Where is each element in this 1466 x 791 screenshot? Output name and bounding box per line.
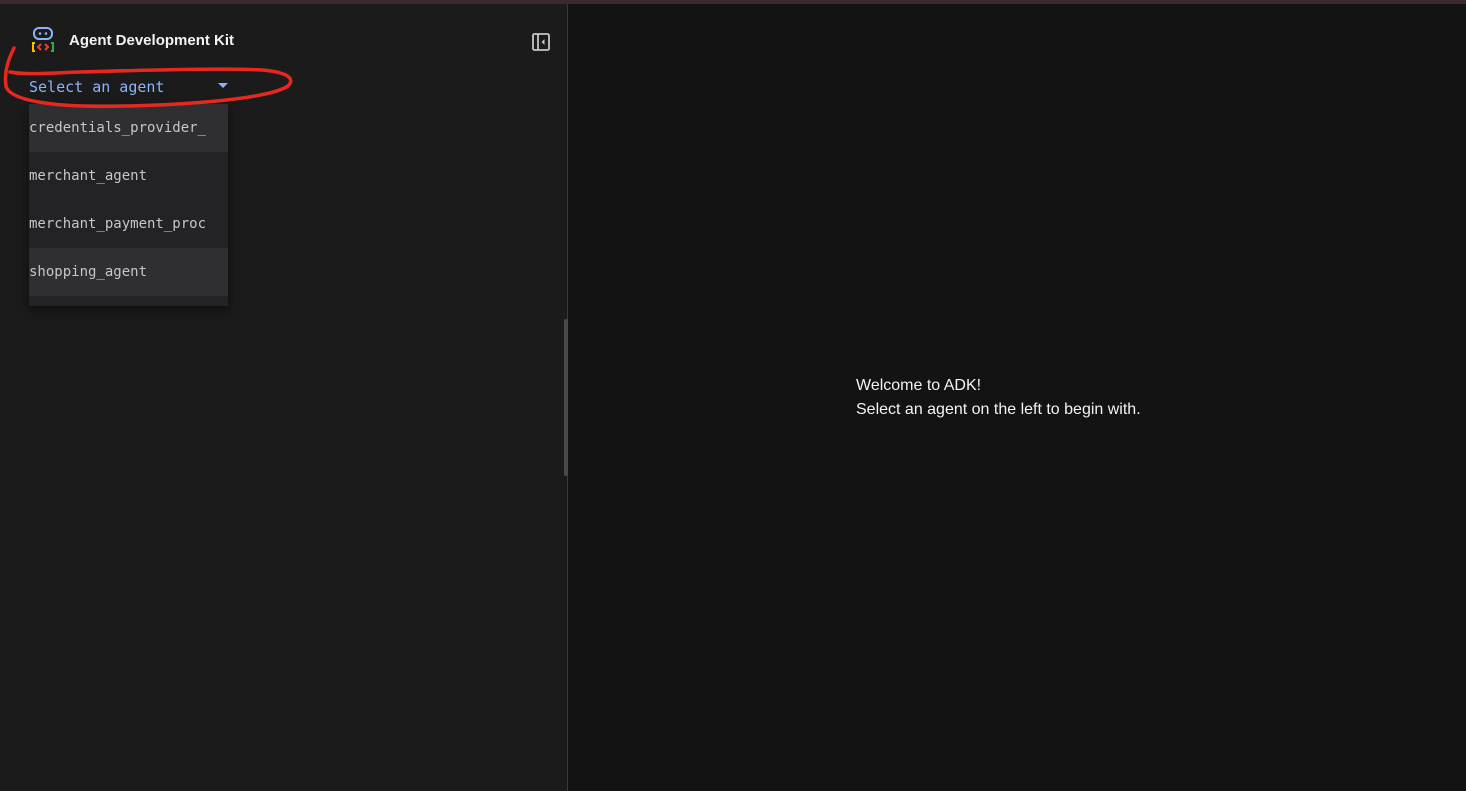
sidebar: Agent Development Kit Select an agent cr…: [0, 4, 568, 791]
brand-header: Agent Development Kit: [31, 26, 234, 54]
sidebar-collapse-icon: [532, 33, 550, 51]
adk-logo-icon: [32, 27, 54, 52]
collapse-sidebar-button[interactable]: [529, 30, 553, 54]
welcome-heading: Welcome to ADK!: [856, 377, 982, 394]
agent-option-merchant-agent[interactable]: merchant_agent: [29, 152, 228, 200]
agent-select-label: Select an agent: [29, 78, 165, 96]
agent-option-credentials-provider[interactable]: credentials_provider_: [29, 104, 228, 152]
agent-option-merchant-payment-processor[interactable]: merchant_payment_proc: [29, 200, 228, 248]
app-title: Agent Development Kit: [69, 31, 235, 49]
agent-options-panel: credentials_provider_ merchant_agent mer…: [29, 104, 228, 306]
dropdown-arrow-icon: [218, 83, 228, 88]
main-content: Welcome to ADK! Select an agent on the l…: [568, 4, 1466, 791]
agent-option-shopping-agent[interactable]: shopping_agent: [29, 248, 228, 296]
app-root: Agent Development Kit Select an agent cr…: [0, 4, 1466, 791]
welcome-message: Welcome to ADK! Select an agent on the l…: [856, 374, 1141, 422]
welcome-instruction: Select an agent on the left to begin wit…: [856, 401, 1141, 418]
agent-select-dropdown[interactable]: Select an agent: [16, 68, 246, 106]
